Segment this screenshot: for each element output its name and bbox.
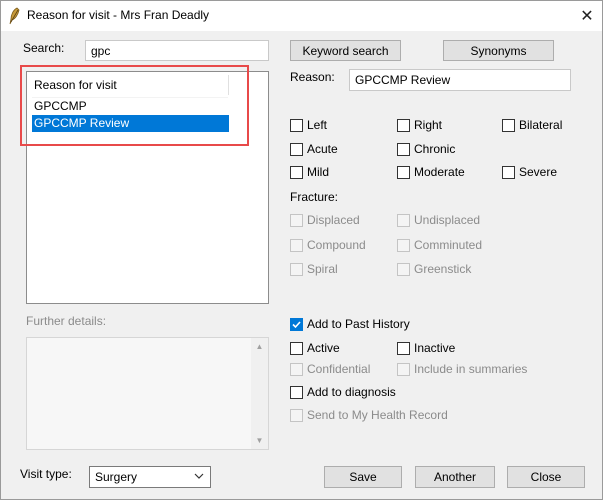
visit-type-select[interactable]: Surgery	[89, 466, 211, 488]
keyword-search-button[interactable]: Keyword search	[290, 40, 401, 61]
send-to-my-health-record-checkbox[interactable]: Send to My Health Record	[290, 408, 448, 422]
further-details-label: Further details:	[26, 314, 107, 328]
add-to-diagnosis-label: Add to diagnosis	[307, 385, 396, 399]
chronic-label: Chronic	[414, 142, 456, 156]
visit-type-label: Visit type:	[20, 467, 72, 481]
active-checkbox[interactable]: Active	[290, 341, 340, 355]
search-label: Search:	[23, 41, 65, 55]
chronic-checkbox[interactable]: Chronic	[397, 142, 455, 156]
fracture-label: Fracture:	[290, 190, 339, 204]
inactive-label: Inactive	[414, 341, 456, 355]
greenstick-label: Greenstick	[414, 262, 472, 276]
severe-label: Severe	[519, 165, 558, 179]
details-scrollbar[interactable]: ▲ ▼	[251, 338, 268, 449]
bilateral-checkbox[interactable]: Bilateral	[502, 118, 562, 132]
active-label: Active	[307, 341, 340, 355]
left-checkbox[interactable]: Left	[290, 118, 327, 132]
visit-type-value: Surgery	[95, 470, 138, 484]
synonyms-button[interactable]: Synonyms	[443, 40, 554, 61]
confidential-label: Confidential	[307, 362, 371, 376]
moderate-checkbox[interactable]: Moderate	[397, 165, 465, 179]
greenstick-checkbox[interactable]: Greenstick	[397, 262, 471, 276]
quill-icon	[9, 7, 20, 25]
inactive-checkbox[interactable]: Inactive	[397, 341, 455, 355]
close-icon: ✕	[580, 8, 594, 25]
acute-label: Acute	[307, 142, 338, 156]
add-to-past-history-checkbox[interactable]: Add to Past History	[290, 317, 410, 331]
confidential-checkbox[interactable]: Confidential	[290, 362, 370, 376]
include-in-summaries-label: Include in summaries	[414, 362, 528, 376]
left-label: Left	[307, 118, 328, 132]
search-input[interactable]: gpc	[85, 40, 269, 61]
bilateral-label: Bilateral	[519, 118, 563, 132]
comminuted-checkbox[interactable]: Comminuted	[397, 238, 482, 252]
add-to-past-history-label: Add to Past History	[307, 317, 410, 331]
scroll-down-icon[interactable]: ▼	[251, 432, 268, 449]
comminuted-label: Comminuted	[414, 238, 483, 252]
close-window-button[interactable]: ✕	[575, 5, 599, 27]
window-title: Reason for visit - Mrs Fran Deadly	[27, 8, 210, 22]
further-details-field[interactable]: ▲ ▼	[26, 337, 269, 450]
reason-field[interactable]: GPCCMP Review	[349, 69, 571, 91]
moderate-label: Moderate	[414, 165, 465, 179]
undisplaced-checkbox[interactable]: Undisplaced	[397, 213, 480, 227]
send-to-my-health-record-label: Send to My Health Record	[307, 408, 448, 422]
displaced-label: Displaced	[307, 213, 360, 227]
add-to-diagnosis-checkbox[interactable]: Add to diagnosis	[290, 385, 396, 399]
annotation-highlight	[20, 65, 249, 146]
another-button[interactable]: Another	[415, 466, 495, 488]
reason-label: Reason:	[290, 70, 335, 84]
severe-checkbox[interactable]: Severe	[502, 165, 557, 179]
mild-label: Mild	[307, 165, 330, 179]
undisplaced-label: Undisplaced	[414, 213, 481, 227]
spiral-checkbox[interactable]: Spiral	[290, 262, 338, 276]
mild-checkbox[interactable]: Mild	[290, 165, 329, 179]
reason-for-visit-dialog: Reason for visit - Mrs Fran Deadly ✕ Sea…	[0, 0, 603, 500]
scroll-up-icon[interactable]: ▲	[251, 338, 268, 355]
compound-checkbox[interactable]: Compound	[290, 238, 366, 252]
chevron-down-icon	[194, 473, 204, 479]
save-button[interactable]: Save	[324, 466, 402, 488]
displaced-checkbox[interactable]: Displaced	[290, 213, 360, 227]
right-label: Right	[414, 118, 443, 132]
compound-label: Compound	[307, 238, 366, 252]
close-button[interactable]: Close	[507, 466, 585, 488]
spiral-label: Spiral	[307, 262, 338, 276]
acute-checkbox[interactable]: Acute	[290, 142, 338, 156]
include-in-summaries-checkbox[interactable]: Include in summaries	[397, 362, 527, 376]
right-checkbox[interactable]: Right	[397, 118, 442, 132]
checkmark-icon	[292, 320, 301, 328]
title-bar: Reason for visit - Mrs Fran Deadly ✕	[1, 1, 602, 31]
